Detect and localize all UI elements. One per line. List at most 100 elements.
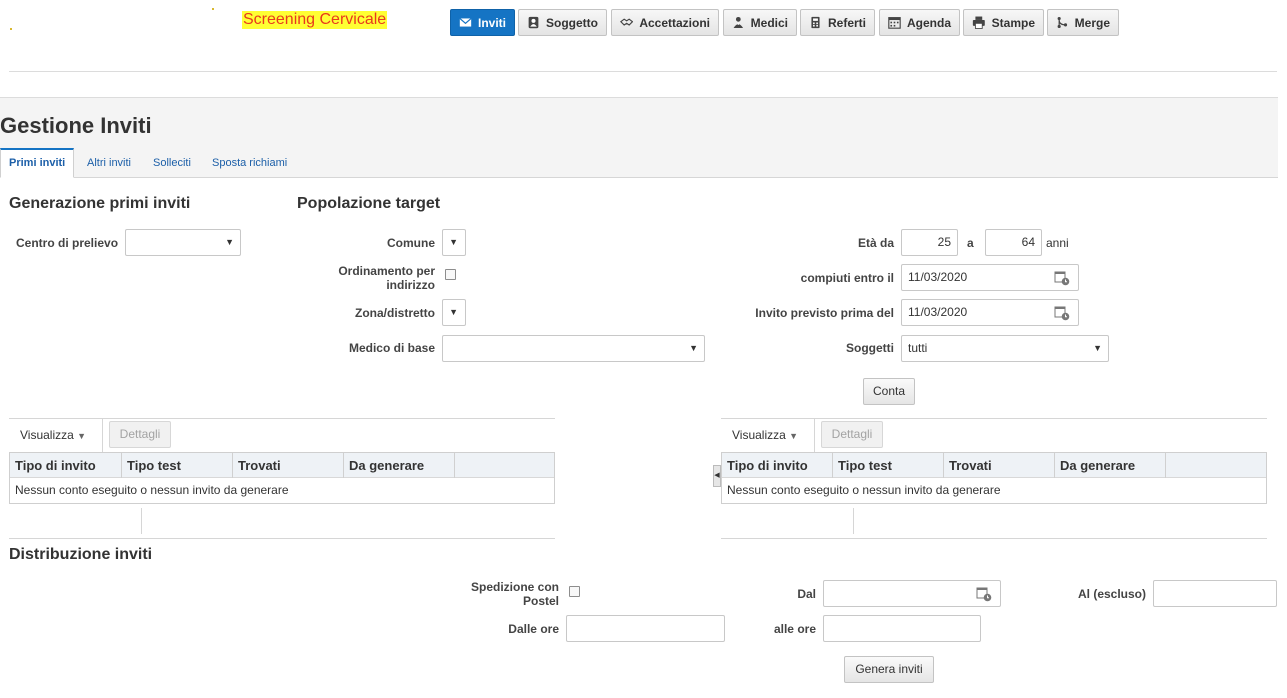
popolazione-title: Popolazione target — [297, 195, 441, 212]
col-tipo-invito[interactable]: Tipo di invito — [10, 453, 122, 478]
nav-accettazioni-label: Accettazioni — [639, 15, 710, 30]
generazione-title: Generazione primi inviti — [9, 195, 191, 212]
nav-stampe-button[interactable]: Stampe — [963, 9, 1044, 36]
table-header: Tipo di invito Tipo test Trovati Da gene… — [10, 453, 554, 478]
genera-inviti-button[interactable]: Genera inviti — [844, 656, 934, 683]
section-divider — [9, 538, 555, 539]
compiuti-date-input[interactable]: 11/03/2020 — [901, 264, 1079, 291]
tab-sposta-richiami[interactable]: Sposta richiami — [204, 148, 295, 178]
decor-dot — [212, 8, 214, 10]
calendar-clock-icon[interactable] — [1054, 305, 1070, 321]
nav-merge-button[interactable]: Merge — [1047, 9, 1119, 36]
nav-agenda-button[interactable]: Agenda — [879, 9, 960, 36]
ordinamento-label-line2: indirizzo — [386, 278, 435, 292]
eta-da-input[interactable]: 25 — [901, 229, 958, 256]
visualizza-menu[interactable]: Visualizza ▼ — [732, 428, 798, 442]
spedizione-postel-checkbox[interactable] — [569, 586, 580, 597]
chevron-down-icon: ▼ — [449, 307, 458, 317]
nav-medici-button[interactable]: Medici — [723, 9, 797, 36]
dettagli-button[interactable]: Dettagli — [109, 421, 171, 448]
invito-previsto-label: Invito previsto prima del — [755, 306, 894, 320]
spedizione-label-line1: Spedizione con — [470, 580, 559, 594]
nav-inviti-label: Inviti — [477, 15, 506, 30]
chevron-down-icon: ▼ — [225, 237, 234, 247]
app-title: Screening Cervicale — [242, 11, 388, 29]
nav-soggetto-label: Soggetto — [546, 15, 598, 30]
doctor-icon — [733, 16, 744, 29]
alle-ore-input[interactable] — [823, 615, 981, 642]
compiuti-label: compiuti entro il — [800, 271, 894, 285]
printer-icon — [972, 16, 985, 29]
right-results-table: Tipo di invito Tipo test Trovati Da gene… — [721, 452, 1267, 504]
al-escluso-label: Al (escluso) — [1077, 587, 1146, 601]
decor-dot — [10, 28, 12, 30]
nav-soggetto-button[interactable]: Soggetto — [518, 9, 607, 36]
tab-altri-inviti[interactable]: Altri inviti — [79, 148, 139, 178]
calendar-clock-icon[interactable] — [1054, 270, 1070, 286]
col-da-generare[interactable]: Da generare — [344, 453, 455, 478]
table-top-divider — [9, 418, 555, 419]
zona-select[interactable]: ▼ — [442, 299, 466, 326]
anni-label: anni — [1046, 236, 1069, 250]
header-divider — [9, 71, 1277, 72]
nav-medici-label: Medici — [750, 15, 788, 30]
calendar-clock-icon[interactable] — [976, 586, 992, 602]
tab-solleciti[interactable]: Solleciti — [145, 148, 199, 178]
visualizza-menu[interactable]: Visualizza ▼ — [20, 428, 86, 442]
tab-primi-inviti[interactable]: Primi inviti — [0, 148, 75, 178]
col-trovati[interactable]: Trovati — [233, 453, 344, 478]
ordinamento-checkbox[interactable] — [445, 269, 456, 280]
eta-a-input[interactable]: 64 — [985, 229, 1042, 256]
calendar-icon — [888, 17, 901, 29]
nav-accettazioni-button[interactable]: Accettazioni — [611, 9, 719, 36]
toolbar-separator — [814, 419, 815, 452]
nav-inviti-button[interactable]: Inviti — [450, 9, 515, 36]
table-footer-separator — [853, 508, 854, 534]
section-divider — [721, 538, 1267, 539]
spedizione-label-line2: Postel — [522, 594, 559, 608]
col-da-generare[interactable]: Da generare — [1055, 453, 1166, 478]
left-results-table: Tipo di invito Tipo test Trovati Da gene… — [9, 452, 555, 504]
chevron-down-icon: ▼ — [789, 431, 799, 441]
comune-label: Comune — [387, 236, 435, 250]
chevron-down-icon: ▼ — [449, 237, 458, 247]
centro-prelievo-label: Centro di prelievo — [16, 236, 119, 250]
ordinamento-label-line1: Ordinamento per — [338, 264, 435, 278]
toolbar-separator — [102, 419, 103, 452]
collapse-handle[interactable]: ◀ — [713, 465, 721, 487]
soggetti-label: Soggetti — [846, 341, 894, 355]
table-footer-separator — [141, 508, 142, 534]
soggetti-select[interactable]: tutti ▼ — [901, 335, 1109, 362]
nav-referti-label: Referti — [827, 15, 866, 30]
chevron-down-icon: ▼ — [77, 431, 87, 441]
dalle-ore-label: Dalle ore — [508, 622, 559, 636]
table-empty-message: Nessun conto eseguito o nessun invito da… — [15, 483, 289, 497]
col-tipo-test[interactable]: Tipo test — [833, 453, 944, 478]
comune-select[interactable]: ▼ — [442, 229, 466, 256]
medico-label: Medico di base — [348, 341, 435, 355]
nav-referti-button[interactable]: Referti — [800, 9, 875, 36]
centro-prelievo-select[interactable]: ▼ — [125, 229, 241, 256]
eta-a-label: a — [967, 236, 974, 250]
merge-icon — [1057, 16, 1068, 29]
dal-date-input[interactable] — [823, 580, 1001, 607]
nav-stampe-label: Stampe — [991, 15, 1035, 30]
conta-button[interactable]: Conta — [863, 378, 915, 405]
person-icon — [528, 16, 539, 29]
envelope-icon — [459, 17, 472, 27]
table-top-divider — [721, 418, 1267, 419]
al-escluso-date-input[interactable] — [1153, 580, 1277, 607]
distribuzione-title: Distribuzione inviti — [9, 546, 153, 563]
medico-select[interactable]: ▼ — [442, 335, 705, 362]
dettagli-button[interactable]: Dettagli — [821, 421, 883, 448]
chevron-down-icon: ▼ — [689, 343, 698, 353]
nav-merge-label: Merge — [1074, 15, 1110, 30]
col-tipo-test[interactable]: Tipo test — [122, 453, 233, 478]
dalle-ore-input[interactable] — [566, 615, 725, 642]
invito-previsto-date-input[interactable]: 11/03/2020 — [901, 299, 1079, 326]
nav-agenda-label: Agenda — [906, 15, 951, 30]
dal-label: Dal — [797, 587, 816, 601]
col-trovati[interactable]: Trovati — [944, 453, 1055, 478]
col-tipo-invito[interactable]: Tipo di invito — [722, 453, 833, 478]
zona-label: Zona/distretto — [355, 306, 435, 320]
